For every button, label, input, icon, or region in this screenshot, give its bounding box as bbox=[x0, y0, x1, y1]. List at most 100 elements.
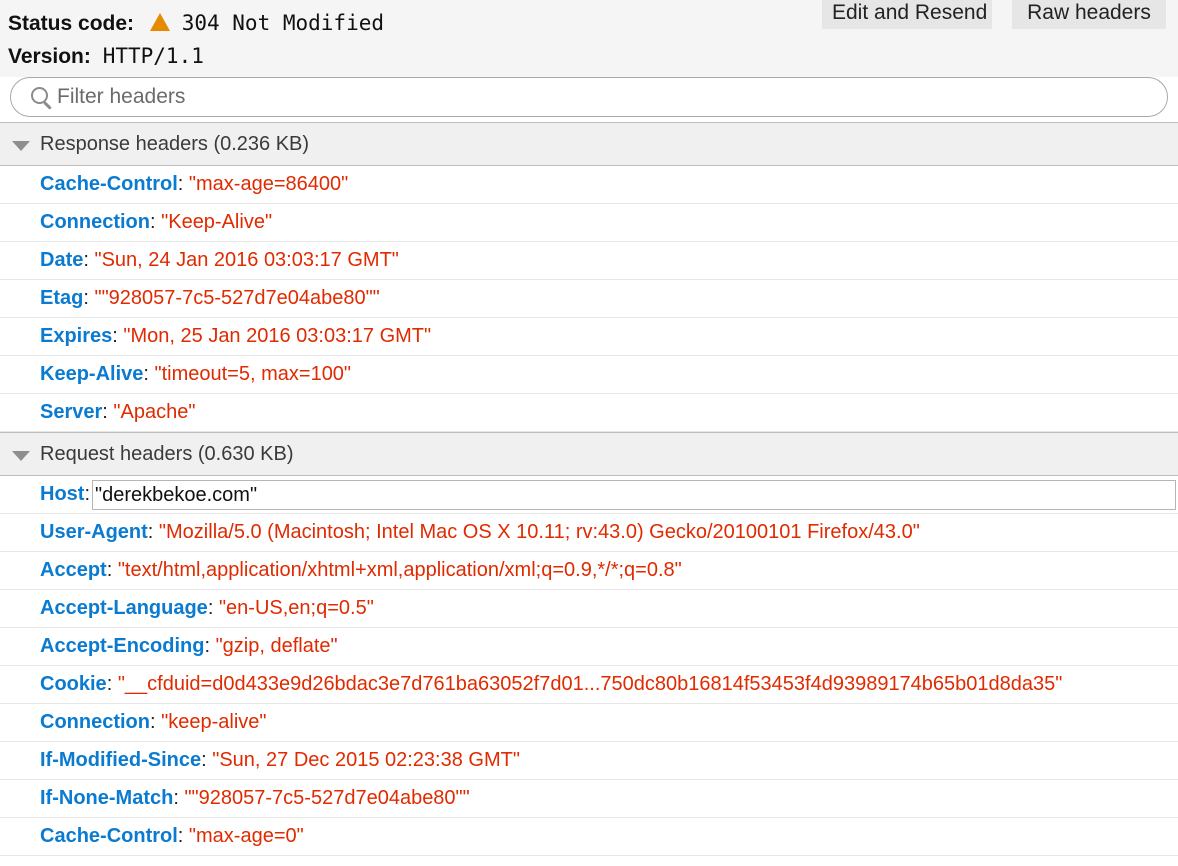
version-value: HTTP/1.1 bbox=[102, 44, 204, 68]
header-row[interactable]: Accept-Language: "en-US,en;q=0.5" bbox=[0, 590, 1178, 628]
header-name: User-Agent bbox=[40, 521, 148, 543]
header-row[interactable]: Accept: "text/html,application/xhtml+xml… bbox=[0, 552, 1178, 590]
header-row[interactable]: User-Agent: "Mozilla/5.0 (Macintosh; Int… bbox=[0, 514, 1178, 552]
header-row[interactable]: Connection: "keep-alive" bbox=[0, 704, 1178, 742]
header-value-edit-field[interactable]: "derekbekoe.com" bbox=[92, 480, 1176, 510]
header-name: Cache-Control bbox=[40, 825, 178, 847]
header-colon: : bbox=[106, 559, 113, 581]
header-value: "Apache" bbox=[113, 401, 196, 423]
header-entry: Connection: "Keep-Alive" bbox=[40, 204, 272, 241]
header-name: If-Modified-Since bbox=[40, 749, 202, 771]
header-value: "Sun, 24 Jan 2016 03:03:17 GMT" bbox=[94, 249, 399, 271]
disclosure-triangle-icon[interactable] bbox=[12, 451, 30, 461]
status-value: 304 Not Modified bbox=[181, 11, 385, 35]
status-line: Status code: 304 Not Modified bbox=[8, 10, 384, 36]
summary-bar: Status code: 304 Not Modified Version: H… bbox=[0, 0, 1178, 77]
raw-headers-button[interactable]: Raw headers bbox=[1012, 0, 1166, 29]
header-value: "__cfduid=d0d433e9d26bdac3e7d761ba63052f… bbox=[117, 673, 1063, 695]
header-row[interactable]: If-Modified-Since: "Sun, 27 Dec 2015 02:… bbox=[0, 742, 1178, 780]
header-entry: Server: "Apache" bbox=[40, 394, 195, 431]
header-name: Host bbox=[40, 483, 85, 505]
header-row[interactable]: Host: "derekbekoe.com" bbox=[0, 476, 1178, 514]
header-value: "Mon, 25 Jan 2016 03:03:17 GMT" bbox=[123, 325, 432, 347]
edit-and-resend-button[interactable]: Edit and Resend bbox=[822, 0, 992, 29]
header-value: ""928057-7c5-527d7e04abe80"" bbox=[94, 287, 380, 309]
header-row[interactable]: Cache-Control: "max-age=0" bbox=[0, 818, 1178, 856]
header-name: Accept-Encoding bbox=[40, 635, 205, 657]
header-row[interactable]: Expires: "Mon, 25 Jan 2016 03:03:17 GMT" bbox=[0, 318, 1178, 356]
header-name: Accept bbox=[40, 559, 107, 581]
header-colon: : bbox=[150, 711, 156, 733]
header-value: ""928057-7c5-527d7e04abe80"" bbox=[184, 787, 470, 809]
header-colon: : bbox=[201, 749, 207, 771]
header-colon: : bbox=[147, 521, 154, 543]
response-headers-title: Response headers (0.236 KB) bbox=[40, 133, 310, 155]
header-entry: Keep-Alive: "timeout=5, max=100" bbox=[40, 356, 351, 393]
header-entry: Accept-Encoding: "gzip, deflate" bbox=[40, 628, 338, 665]
header-colon: : bbox=[83, 287, 89, 309]
header-name: Cookie bbox=[40, 673, 107, 695]
request-headers-list: Host: "derekbekoe.com" User-Agent: "Mozill… bbox=[0, 476, 1178, 856]
header-entry: Etag: ""928057-7c5-527d7e04abe80"" bbox=[40, 280, 380, 317]
header-entry: If-None-Match: ""928057-7c5-527d7e04abe8… bbox=[40, 780, 470, 817]
header-row[interactable]: Keep-Alive: "timeout=5, max=100" bbox=[0, 356, 1178, 394]
header-colon: : bbox=[150, 211, 156, 233]
header-row[interactable]: If-None-Match: ""928057-7c5-527d7e04abe8… bbox=[0, 780, 1178, 818]
request-headers-title: Request headers (0.630 KB) bbox=[40, 443, 294, 465]
header-value: "Keep-Alive" bbox=[161, 211, 273, 233]
filter-headers-input[interactable] bbox=[57, 82, 1147, 112]
header-entry: Accept-Language: "en-US,en;q=0.5" bbox=[40, 590, 374, 627]
header-entry: If-Modified-Since: "Sun, 27 Dec 2015 02:… bbox=[40, 742, 520, 779]
header-entry: Date: "Sun, 24 Jan 2016 03:03:17 GMT" bbox=[40, 242, 399, 279]
header-colon: : bbox=[177, 173, 184, 195]
header-entry: Host: bbox=[40, 476, 90, 513]
warning-triangle-icon bbox=[149, 13, 170, 31]
header-row[interactable]: Cache-Control: "max-age=86400" bbox=[0, 166, 1178, 204]
header-colon: : bbox=[143, 363, 149, 385]
version-label: Version: bbox=[8, 45, 91, 68]
header-row[interactable]: Etag: ""928057-7c5-527d7e04abe80"" bbox=[0, 280, 1178, 318]
response-headers-section-header[interactable]: Response headers (0.236 KB) bbox=[0, 122, 1178, 166]
header-name: Connection bbox=[40, 711, 150, 733]
header-colon: : bbox=[207, 597, 214, 619]
disclosure-triangle-icon[interactable] bbox=[12, 141, 30, 151]
header-entry: Expires: "Mon, 25 Jan 2016 03:03:17 GMT" bbox=[40, 318, 431, 355]
header-name: Expires bbox=[40, 325, 113, 347]
header-colon: : bbox=[173, 787, 179, 809]
header-value: "timeout=5, max=100" bbox=[154, 363, 352, 385]
header-entry: User-Agent: "Mozilla/5.0 (Macintosh; Int… bbox=[40, 514, 920, 551]
header-row[interactable]: Cookie: "__cfduid=d0d433e9d26bdac3e7d761… bbox=[0, 666, 1178, 704]
header-value: "Sun, 27 Dec 2015 02:23:38 GMT" bbox=[212, 749, 520, 771]
header-value: "keep-alive" bbox=[161, 711, 267, 733]
header-colon: : bbox=[112, 325, 118, 347]
header-name: Date bbox=[40, 249, 84, 271]
header-colon: : bbox=[83, 249, 89, 271]
header-name: If-None-Match bbox=[40, 787, 174, 809]
request-headers-section-header[interactable]: Request headers (0.630 KB) bbox=[0, 432, 1178, 476]
header-colon: : bbox=[204, 635, 211, 657]
header-row[interactable]: Accept-Encoding: "gzip, deflate" bbox=[0, 628, 1178, 666]
status-label: Status code: bbox=[8, 12, 135, 35]
header-value: "gzip, deflate" bbox=[215, 635, 338, 657]
header-name: Cache-Control bbox=[40, 173, 178, 195]
header-name: Keep-Alive bbox=[40, 363, 144, 385]
header-row[interactable]: Date: "Sun, 24 Jan 2016 03:03:17 GMT" bbox=[0, 242, 1178, 280]
version-line: Version: HTTP/1.1 bbox=[8, 43, 204, 69]
header-entry: Cookie: "__cfduid=d0d433e9d26bdac3e7d761… bbox=[40, 666, 1062, 703]
header-row[interactable]: Connection: "Keep-Alive" bbox=[0, 204, 1178, 242]
header-entry: Cache-Control: "max-age=86400" bbox=[40, 166, 348, 203]
header-name: Etag bbox=[40, 287, 84, 309]
header-entry: Connection: "keep-alive" bbox=[40, 704, 267, 741]
response-headers-list: Cache-Control: "max-age=86400" Connection… bbox=[0, 166, 1178, 432]
header-colon: : bbox=[177, 825, 184, 847]
header-entry: Cache-Control: "max-age=0" bbox=[40, 818, 304, 855]
header-value: "Mozilla/5.0 (Macintosh; Intel Mac OS X … bbox=[158, 521, 920, 543]
header-entry: Accept: "text/html,application/xhtml+xml… bbox=[40, 552, 682, 589]
header-value: "max-age=0" bbox=[188, 825, 304, 847]
header-value: "en-US,en;q=0.5" bbox=[218, 597, 374, 619]
header-name: Server bbox=[40, 401, 103, 423]
filter-box[interactable] bbox=[10, 77, 1168, 117]
header-colon: : bbox=[84, 483, 91, 505]
header-row[interactable]: Server: "Apache" bbox=[0, 394, 1178, 432]
header-value: "text/html,application/xhtml+xml,applica… bbox=[117, 559, 682, 581]
